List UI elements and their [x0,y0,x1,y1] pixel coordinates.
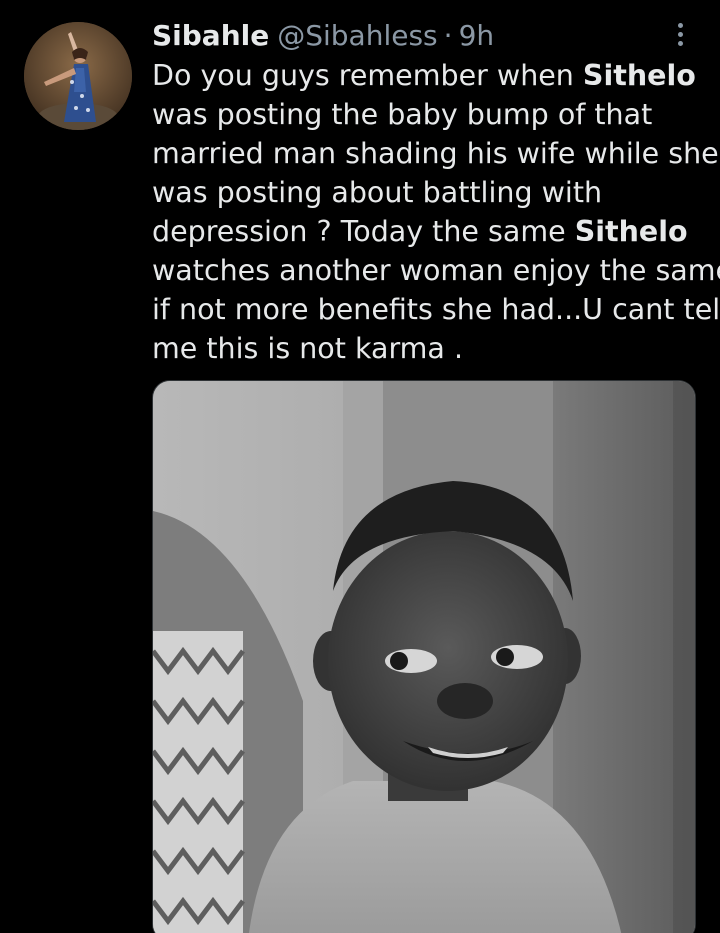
avatar[interactable] [24,22,132,130]
more-dot [677,22,683,28]
tweet-line: if not more benefits she had...U cant te… [152,293,720,326]
profile-photo [24,22,132,130]
tweet-body: Do you guys remember when Sithelo was po… [152,56,720,368]
tweet-line: was posting about battling with [152,176,603,209]
tweet-line: depression ? Today the same Sithelo [152,215,688,248]
tweet-media-photo[interactable] [152,380,696,933]
tweet-line: watches another woman enjoy the same [152,254,720,287]
author-display-name[interactable]: Sibahle [152,19,269,52]
bold-mention: Sithelo [574,215,688,248]
separator-dot: · [443,18,453,52]
tweet-line: me this is not karma . [152,332,464,365]
grayscale-meme-photo [153,381,695,933]
more-dot [677,40,683,46]
tweet-line: was posting the baby bump of that [152,98,653,131]
author-handle[interactable]: @Sibahless [277,19,437,52]
more-dot [677,31,683,37]
tweet-timestamp[interactable]: 9h [459,19,495,52]
more-vertical-icon[interactable] [668,16,692,52]
tweet-line: Do you guys remember when Sithelo [152,59,696,92]
tweet-header: Sibahle @Sibahless · 9h [152,14,494,56]
bold-mention: Sithelo [582,59,696,92]
tweet-line: married man shading his wife while she [152,137,719,170]
